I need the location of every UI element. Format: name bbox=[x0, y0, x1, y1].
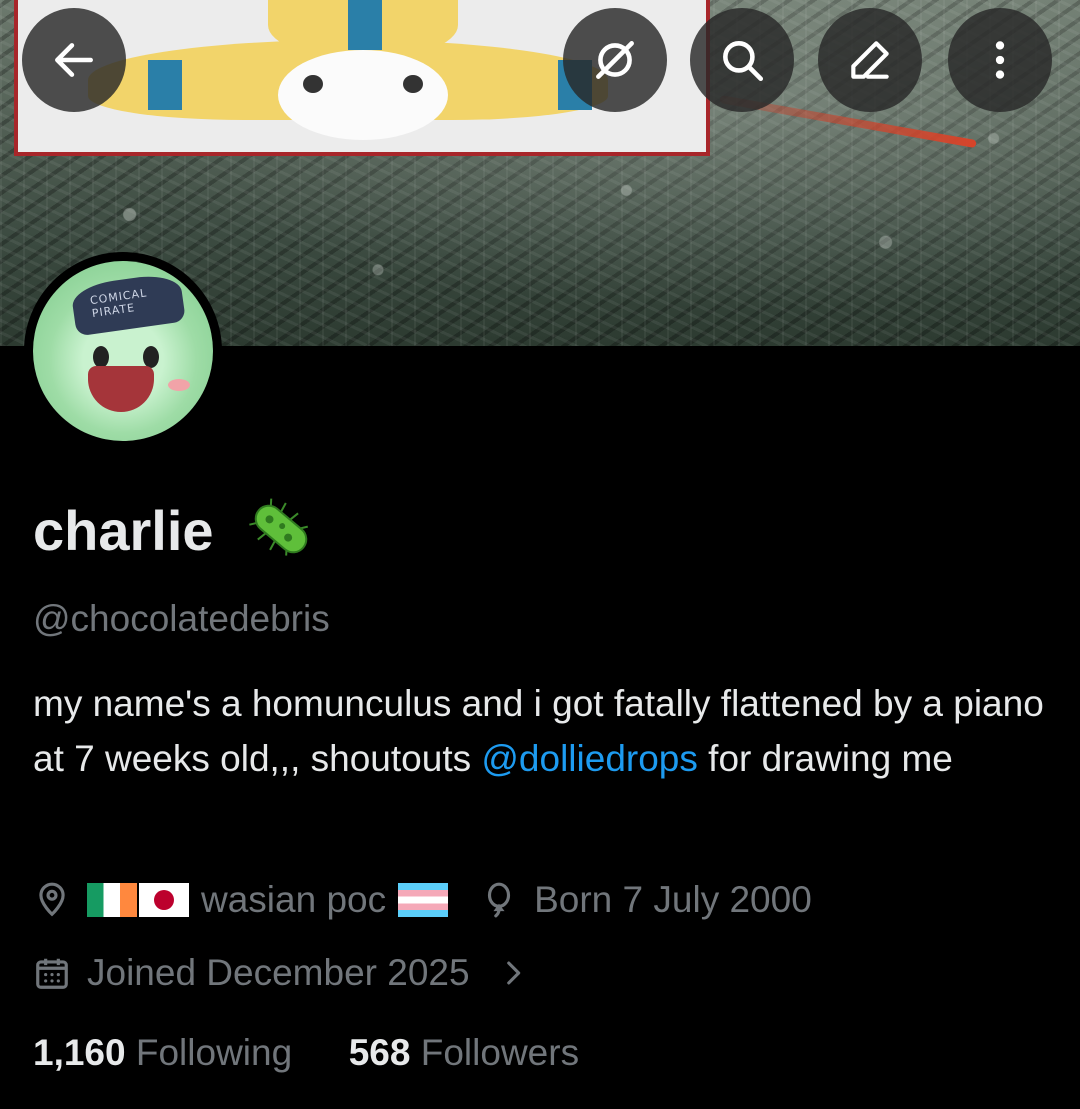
flag-ireland-icon bbox=[87, 883, 137, 917]
location-pin-icon bbox=[39, 882, 65, 917]
following-count: 1,160 bbox=[33, 1032, 126, 1073]
flag-transgender-icon bbox=[398, 883, 449, 917]
search-icon bbox=[723, 41, 764, 82]
chevron-right-icon bbox=[506, 961, 520, 985]
back-arrow-icon bbox=[55, 43, 93, 77]
birthday-text: Born 7 July 2000 bbox=[534, 879, 812, 920]
profile-meta-row: wasian poc Born 7 July 2000 bbox=[33, 870, 812, 930]
followers-count: 568 bbox=[348, 1032, 411, 1073]
following-label: Following bbox=[135, 1032, 293, 1073]
location-text: wasian poc bbox=[201, 879, 387, 920]
avatar[interactable]: COMICAL PIRATE bbox=[24, 252, 222, 450]
avatar-cap-text: COMICAL PIRATE bbox=[89, 286, 148, 321]
joined-text: Joined December 2025 bbox=[87, 952, 470, 993]
back-button[interactable] bbox=[22, 8, 126, 112]
calendar-icon bbox=[36, 958, 68, 989]
followers-label: Followers bbox=[420, 1032, 580, 1073]
edit-button[interactable] bbox=[818, 8, 922, 112]
more-vertical-icon bbox=[995, 41, 1005, 79]
display-name: charlie bbox=[33, 499, 214, 562]
flag-japan-icon bbox=[139, 883, 189, 917]
avatar-image: COMICAL PIRATE bbox=[33, 261, 213, 441]
edit-pencil-icon bbox=[851, 41, 889, 79]
grok-button[interactable] bbox=[563, 8, 667, 112]
bio-text-end: for drawing me bbox=[697, 738, 953, 779]
more-options-button[interactable] bbox=[948, 8, 1052, 112]
profile-bio: my name's a homunculus and i got fatally… bbox=[33, 676, 1053, 786]
joined-row[interactable]: Joined December 2025 bbox=[33, 945, 530, 1001]
microbe-icon bbox=[249, 498, 308, 556]
followers-link[interactable]: 568 Followers bbox=[349, 1032, 579, 1073]
balloon-icon bbox=[488, 882, 511, 918]
profile-handle: @chocolatedebris bbox=[33, 598, 330, 639]
follow-stats: 1,160 Following 568 Followers bbox=[33, 1032, 579, 1074]
following-link[interactable]: 1,160 Following bbox=[33, 1032, 292, 1073]
search-button[interactable] bbox=[690, 8, 794, 112]
bio-mention-link[interactable]: @dolliedrops bbox=[481, 738, 698, 779]
grok-icon bbox=[596, 41, 634, 79]
